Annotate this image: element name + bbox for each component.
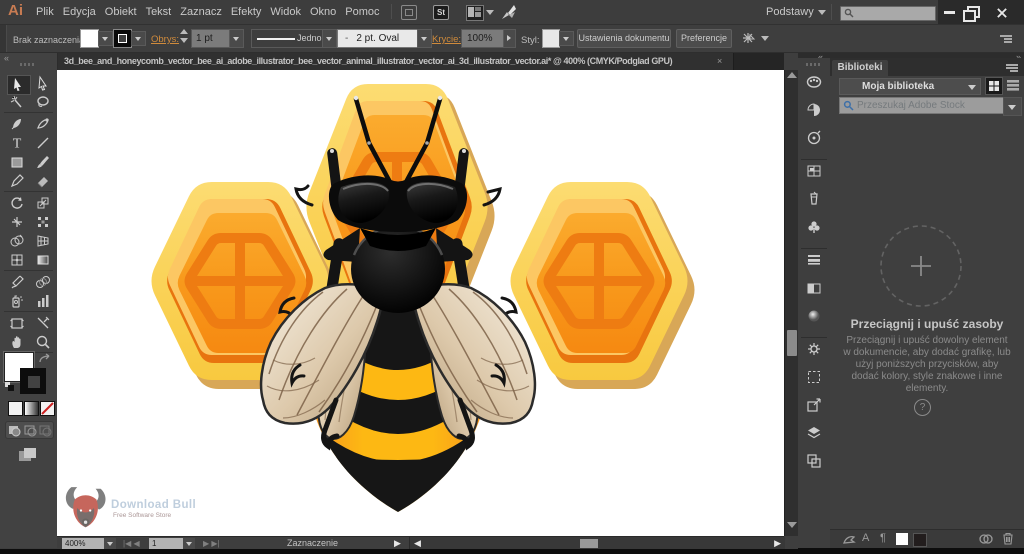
- svg-text:T: T: [13, 137, 22, 152]
